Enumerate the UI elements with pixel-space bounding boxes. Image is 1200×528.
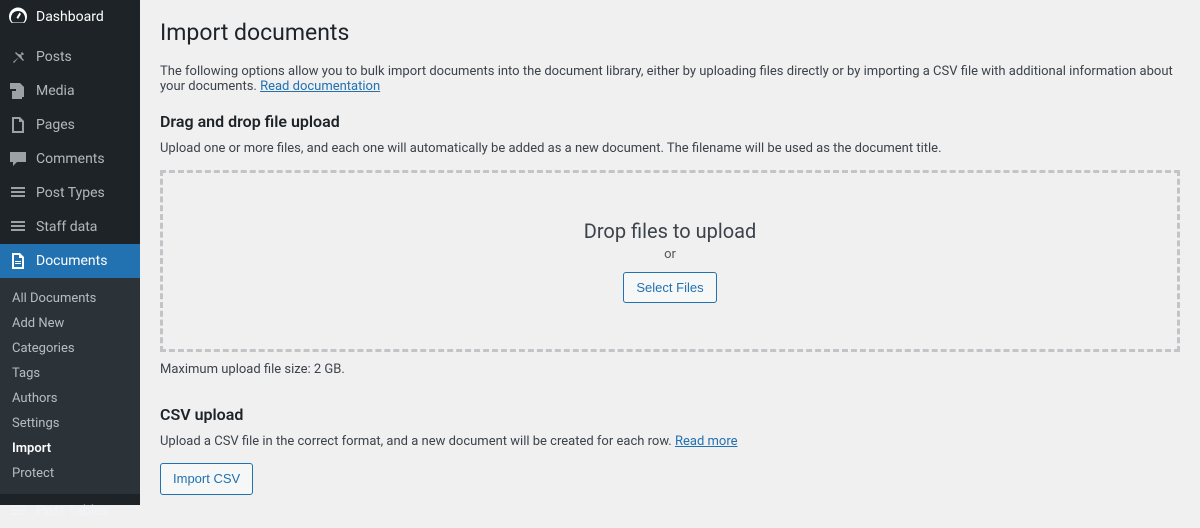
sidebar-label: Post Tables	[36, 503, 109, 519]
comment-icon	[8, 149, 28, 169]
sidebar-item-post-tables[interactable]: Post Tables	[0, 494, 140, 528]
max-upload-size: Maximum upload file size: 2 GB.	[160, 362, 1180, 377]
sidebar-item-post-types[interactable]: Post Types	[0, 176, 140, 210]
admin-sidebar: Dashboard Posts Media Pages Comments Pos…	[0, 0, 140, 505]
media-icon	[8, 81, 28, 101]
submenu-settings[interactable]: Settings	[0, 411, 140, 436]
csv-upload-description: Upload a CSV file in the correct format,…	[160, 434, 1180, 449]
sidebar-label: Media	[36, 83, 75, 99]
csv-upload-heading: CSV upload	[160, 405, 1180, 424]
sidebar-item-comments[interactable]: Comments	[0, 142, 140, 176]
sidebar-item-media[interactable]: Media	[0, 74, 140, 108]
sidebar-label: Posts	[36, 49, 72, 65]
sidebar-label: Pages	[36, 117, 75, 133]
import-csv-button[interactable]: Import CSV	[160, 463, 253, 495]
submenu-import[interactable]: Import	[0, 436, 140, 461]
sidebar-label: Comments	[36, 151, 105, 167]
sidebar-label: Documents	[36, 253, 107, 269]
main-content: Import documents The following options a…	[140, 0, 1200, 505]
submenu-protect[interactable]: Protect	[0, 461, 140, 486]
sidebar-label: Post Types	[36, 185, 105, 201]
list-icon	[8, 183, 28, 203]
sidebar-item-pages[interactable]: Pages	[0, 108, 140, 142]
intro-paragraph: The following options allow you to bulk …	[160, 64, 1180, 94]
pages-icon	[8, 115, 28, 135]
read-more-link[interactable]: Read more	[675, 434, 738, 449]
sidebar-item-documents[interactable]: Documents	[0, 244, 140, 278]
document-icon	[8, 251, 28, 271]
drag-drop-description: Upload one or more files, and each one w…	[160, 141, 1180, 156]
sidebar-submenu: All Documents Add New Categories Tags Au…	[0, 278, 140, 494]
sidebar-item-posts[interactable]: Posts	[0, 40, 140, 74]
drag-drop-heading: Drag and drop file upload	[160, 112, 1180, 131]
dashboard-icon	[8, 7, 28, 27]
file-dropzone[interactable]: Drop files to upload or Select Files	[160, 170, 1180, 352]
sidebar-item-dashboard[interactable]: Dashboard	[0, 0, 140, 34]
page-title: Import documents	[160, 10, 1180, 50]
submenu-all-documents[interactable]: All Documents	[0, 286, 140, 311]
dropzone-title: Drop files to upload	[584, 219, 757, 243]
pin-icon	[8, 47, 28, 67]
dropzone-or: or	[664, 247, 676, 262]
sidebar-item-staff-data[interactable]: Staff data	[0, 210, 140, 244]
list-icon	[8, 501, 28, 521]
sidebar-label: Dashboard	[36, 9, 104, 25]
sidebar-label: Staff data	[36, 219, 97, 235]
select-files-button[interactable]: Select Files	[623, 272, 716, 304]
submenu-categories[interactable]: Categories	[0, 336, 140, 361]
list-icon	[8, 217, 28, 237]
submenu-authors[interactable]: Authors	[0, 386, 140, 411]
csv-desc-text: Upload a CSV file in the correct format,…	[160, 434, 675, 449]
submenu-add-new[interactable]: Add New	[0, 311, 140, 336]
read-documentation-link[interactable]: Read documentation	[260, 79, 380, 94]
submenu-tags[interactable]: Tags	[0, 361, 140, 386]
